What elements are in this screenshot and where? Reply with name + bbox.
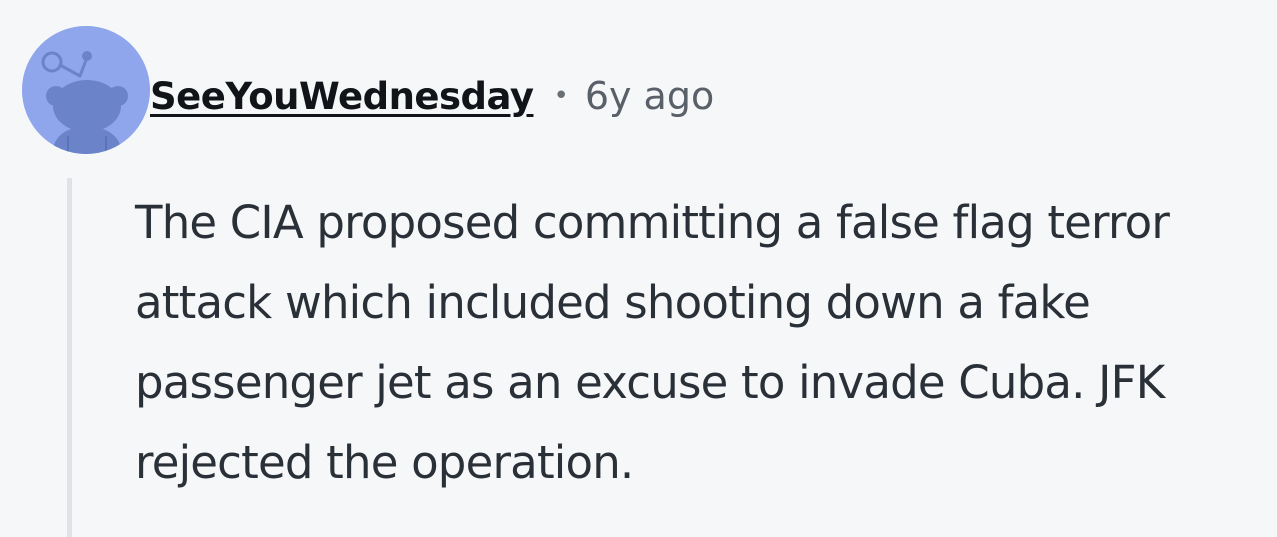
- thread-line[interactable]: [67, 178, 72, 537]
- comment: SeeYouWednesday • 6y ago The CIA propose…: [0, 0, 1277, 537]
- avatar[interactable]: [22, 26, 150, 154]
- comment-meta: SeeYouWednesday • 6y ago: [150, 66, 714, 126]
- snoo-avatar-icon: [22, 26, 150, 154]
- meta-separator: •: [553, 81, 569, 111]
- comment-timestamp[interactable]: 6y ago: [585, 74, 714, 118]
- comment-body: The CIA proposed committing a false flag…: [135, 196, 1170, 489]
- author-link[interactable]: SeeYouWednesday: [150, 75, 534, 118]
